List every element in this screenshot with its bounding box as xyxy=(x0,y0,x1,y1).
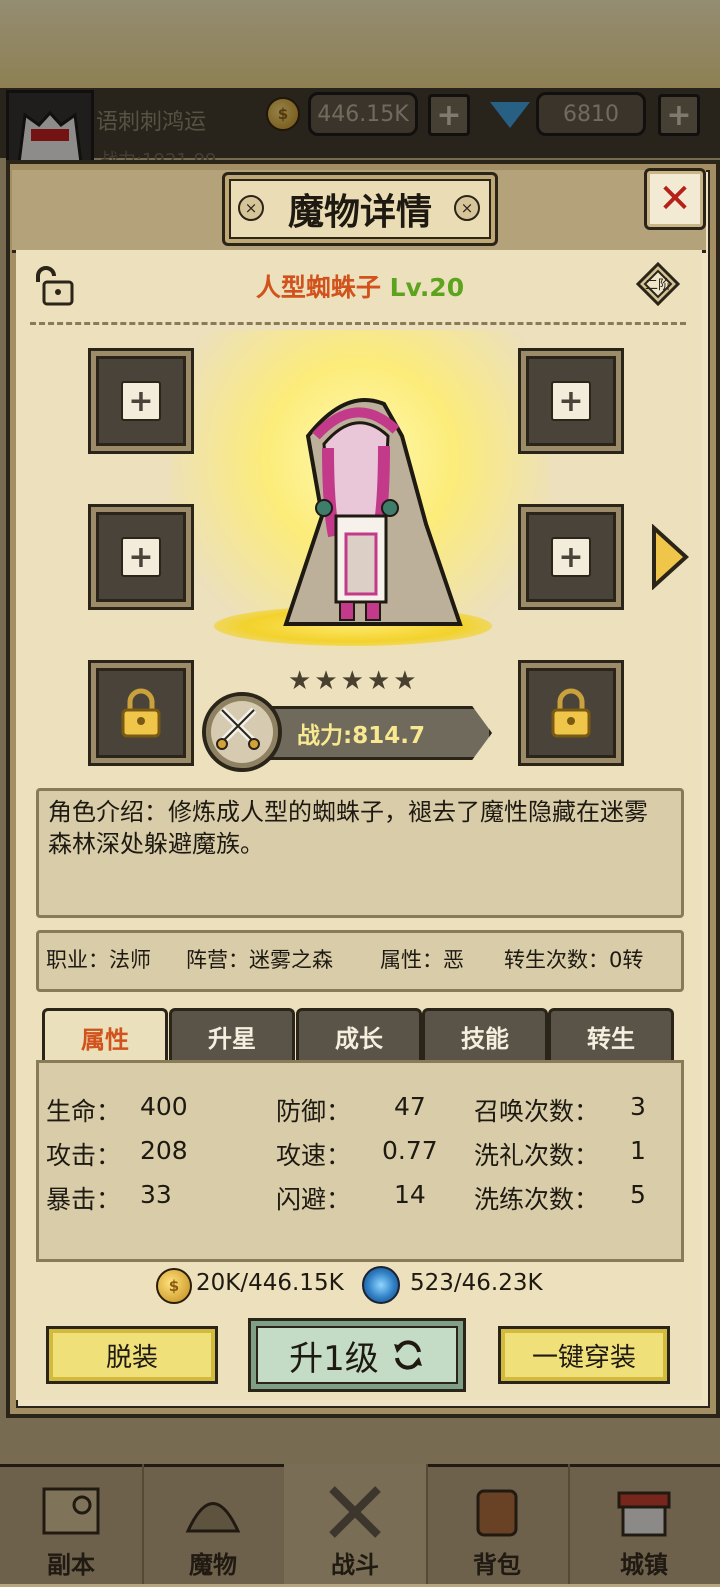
stat-label: 召唤次数： xyxy=(474,1097,600,1126)
combat-power: 战力:814.7 xyxy=(297,723,425,749)
level-up-label: 升1级 xyxy=(289,1338,379,1379)
stat-label: 闪避： xyxy=(276,1185,352,1214)
info-rebirth: 转生次数：0转 xyxy=(504,948,644,972)
close-button[interactable]: ✕ xyxy=(644,168,706,230)
title-rivet-right-icon: × xyxy=(454,195,480,221)
star-icon: ★ xyxy=(393,666,417,696)
stat-value: 14 xyxy=(394,1180,426,1209)
equip-slot-2[interactable]: + xyxy=(518,348,624,454)
exp-orb-icon xyxy=(362,1266,400,1304)
equip-all-button[interactable]: 一键穿装 xyxy=(498,1326,670,1384)
stat-label: 生命： xyxy=(46,1097,122,1126)
monster-title: 人型蜘蛛子 Lv.20 xyxy=(0,268,720,304)
stat-value: 208 xyxy=(140,1136,188,1165)
padlock-icon xyxy=(551,688,591,738)
gold-cost: 20K/446.15K xyxy=(196,1270,344,1296)
add-equipment-icon: + xyxy=(551,537,591,577)
stat-value: 0.77 xyxy=(382,1136,438,1165)
stat-value: 1 xyxy=(630,1136,646,1165)
padlock-icon xyxy=(121,688,161,738)
star-icon: ★ xyxy=(366,666,391,696)
equip-all-label: 一键穿装 xyxy=(531,1342,636,1373)
star-rating: ★ ★ ★ ★ ★ xyxy=(288,666,434,696)
refresh-icon xyxy=(393,1340,422,1370)
rank-badge: 二阶 xyxy=(635,261,681,307)
info-job: 职业：法师 xyxy=(46,948,151,972)
equip-slot-1[interactable]: + xyxy=(88,348,194,454)
add-equipment-icon: + xyxy=(121,381,161,421)
rank-badge-text: 二阶 xyxy=(644,278,671,293)
stat-value: 3 xyxy=(630,1092,646,1121)
divider xyxy=(30,322,686,325)
stat-label: 攻击： xyxy=(46,1141,122,1170)
equip-slot-locked-1[interactable] xyxy=(88,660,194,766)
info-camp: 阵营：迷雾之森 xyxy=(186,948,333,972)
next-monster-arrow-icon[interactable] xyxy=(650,524,690,590)
equip-slot-4[interactable]: + xyxy=(518,504,624,610)
level-up-button[interactable]: 升1级 xyxy=(248,1318,466,1392)
stat-value: 47 xyxy=(394,1092,426,1121)
tab-skills[interactable]: 技能 xyxy=(422,1008,548,1061)
unequip-button[interactable]: 脱装 xyxy=(46,1326,218,1384)
star-icon: ★ xyxy=(314,666,338,696)
exp-cost: 523/46.23K xyxy=(410,1270,543,1296)
stat-value: 5 xyxy=(630,1180,646,1209)
stat-label: 洗礼次数： xyxy=(474,1141,600,1170)
star-icon: ★ xyxy=(288,666,312,696)
add-equipment-icon: + xyxy=(121,537,161,577)
tab-star-up[interactable]: 升星 xyxy=(169,1008,295,1061)
gold-coin-icon: $ xyxy=(156,1268,192,1304)
unequip-label: 脱装 xyxy=(105,1342,158,1373)
tab-rebirth[interactable]: 转生 xyxy=(548,1008,674,1061)
modal-title-text: 魔物详情 xyxy=(287,192,432,233)
equip-slot-3[interactable]: + xyxy=(88,504,194,610)
stat-label: 攻速： xyxy=(276,1141,352,1170)
info-attribute: 属性：恶 xyxy=(380,948,464,972)
stat-label: 防御： xyxy=(276,1097,352,1126)
stat-value: 400 xyxy=(140,1092,188,1121)
stat-label: 洗练次数： xyxy=(474,1185,600,1214)
stat-value: 33 xyxy=(140,1180,172,1209)
tab-growth[interactable]: 成长 xyxy=(296,1008,422,1061)
stat-label: 暴击： xyxy=(46,1185,122,1214)
monster-description: 角色介绍：修炼成人型的蜘蛛子，褪去了魔性隐藏在迷雾森林深处躲避魔族。 xyxy=(48,798,648,858)
add-equipment-icon: + xyxy=(551,381,591,421)
monster-character[interactable] xyxy=(266,396,466,628)
monster-name: 人型蜘蛛子 xyxy=(255,273,381,302)
tab-attributes[interactable]: 属性 xyxy=(42,1008,168,1064)
title-rivet-left-icon: × xyxy=(238,195,264,221)
equip-slot-locked-2[interactable] xyxy=(518,660,624,766)
monster-level: Lv.20 xyxy=(389,273,465,302)
star-icon: ★ xyxy=(340,666,364,696)
